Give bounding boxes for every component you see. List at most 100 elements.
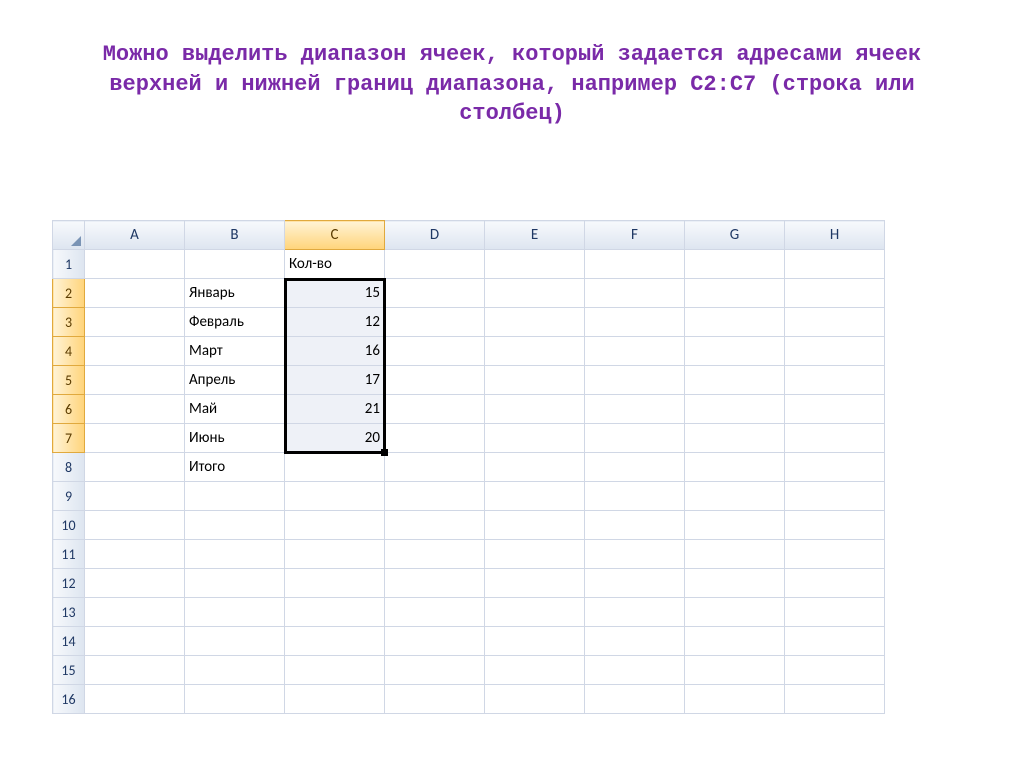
column-header-B[interactable]: B [185, 221, 285, 250]
cell-C12[interactable] [285, 569, 385, 598]
cell-D14[interactable] [385, 627, 485, 656]
row-header-11[interactable]: 11 [53, 540, 85, 569]
cell-B1[interactable] [185, 250, 285, 279]
cell-E14[interactable] [485, 627, 585, 656]
cell-B5[interactable]: Апрель [185, 366, 285, 395]
column-header-F[interactable]: F [585, 221, 685, 250]
cell-B14[interactable] [185, 627, 285, 656]
cell-C10[interactable] [285, 511, 385, 540]
row-header-2[interactable]: 2 [53, 279, 85, 308]
cell-E11[interactable] [485, 540, 585, 569]
cell-C2[interactable]: 15 [285, 279, 385, 308]
cell-A12[interactable] [85, 569, 185, 598]
cell-H9[interactable] [785, 482, 885, 511]
row-header-16[interactable]: 16 [53, 685, 85, 714]
cell-D9[interactable] [385, 482, 485, 511]
row-header-10[interactable]: 10 [53, 511, 85, 540]
cell-E1[interactable] [485, 250, 585, 279]
cell-G14[interactable] [685, 627, 785, 656]
cell-F4[interactable] [585, 337, 685, 366]
cell-H13[interactable] [785, 598, 885, 627]
cell-A10[interactable] [85, 511, 185, 540]
cell-E9[interactable] [485, 482, 585, 511]
cell-G7[interactable] [685, 424, 785, 453]
cell-B3[interactable]: Февраль [185, 308, 285, 337]
cell-B7[interactable]: Июнь [185, 424, 285, 453]
cell-C6[interactable]: 21 [285, 395, 385, 424]
cell-H16[interactable] [785, 685, 885, 714]
cell-D12[interactable] [385, 569, 485, 598]
cell-F1[interactable] [585, 250, 685, 279]
cell-F16[interactable] [585, 685, 685, 714]
cell-A6[interactable] [85, 395, 185, 424]
cell-F9[interactable] [585, 482, 685, 511]
cell-B15[interactable] [185, 656, 285, 685]
cell-A8[interactable] [85, 453, 185, 482]
row-header-14[interactable]: 14 [53, 627, 85, 656]
row-header-13[interactable]: 13 [53, 598, 85, 627]
cell-H12[interactable] [785, 569, 885, 598]
cell-D11[interactable] [385, 540, 485, 569]
cell-H15[interactable] [785, 656, 885, 685]
cell-D4[interactable] [385, 337, 485, 366]
cell-C1[interactable]: Кол-во [285, 250, 385, 279]
cell-A11[interactable] [85, 540, 185, 569]
cell-G16[interactable] [685, 685, 785, 714]
cell-G13[interactable] [685, 598, 785, 627]
cell-G3[interactable] [685, 308, 785, 337]
row-header-12[interactable]: 12 [53, 569, 85, 598]
cell-E10[interactable] [485, 511, 585, 540]
cell-C16[interactable] [285, 685, 385, 714]
cell-D16[interactable] [385, 685, 485, 714]
cell-E7[interactable] [485, 424, 585, 453]
cell-H11[interactable] [785, 540, 885, 569]
cell-B2[interactable]: Январь [185, 279, 285, 308]
row-header-15[interactable]: 15 [53, 656, 85, 685]
cell-A13[interactable] [85, 598, 185, 627]
cell-F3[interactable] [585, 308, 685, 337]
select-all-corner[interactable] [53, 221, 85, 250]
cell-C8[interactable] [285, 453, 385, 482]
cell-E4[interactable] [485, 337, 585, 366]
cell-G4[interactable] [685, 337, 785, 366]
cell-H1[interactable] [785, 250, 885, 279]
cell-F14[interactable] [585, 627, 685, 656]
cell-B16[interactable] [185, 685, 285, 714]
cell-H4[interactable] [785, 337, 885, 366]
cell-B9[interactable] [185, 482, 285, 511]
cell-C14[interactable] [285, 627, 385, 656]
cell-C4[interactable]: 16 [285, 337, 385, 366]
cell-G12[interactable] [685, 569, 785, 598]
cell-D2[interactable] [385, 279, 485, 308]
cell-A5[interactable] [85, 366, 185, 395]
cell-H10[interactable] [785, 511, 885, 540]
cell-G1[interactable] [685, 250, 785, 279]
cell-F15[interactable] [585, 656, 685, 685]
cell-G10[interactable] [685, 511, 785, 540]
cell-F8[interactable] [585, 453, 685, 482]
column-header-E[interactable]: E [485, 221, 585, 250]
cell-A2[interactable] [85, 279, 185, 308]
cell-B11[interactable] [185, 540, 285, 569]
cell-G5[interactable] [685, 366, 785, 395]
cell-F2[interactable] [585, 279, 685, 308]
cell-A16[interactable] [85, 685, 185, 714]
cell-B8[interactable]: Итого [185, 453, 285, 482]
cell-F12[interactable] [585, 569, 685, 598]
row-header-7[interactable]: 7 [53, 424, 85, 453]
cell-F10[interactable] [585, 511, 685, 540]
cell-A3[interactable] [85, 308, 185, 337]
cell-H5[interactable] [785, 366, 885, 395]
column-header-G[interactable]: G [685, 221, 785, 250]
cell-H6[interactable] [785, 395, 885, 424]
cell-H3[interactable] [785, 308, 885, 337]
cell-G8[interactable] [685, 453, 785, 482]
cell-C13[interactable] [285, 598, 385, 627]
cell-H14[interactable] [785, 627, 885, 656]
cell-D7[interactable] [385, 424, 485, 453]
cell-D13[interactable] [385, 598, 485, 627]
cell-A14[interactable] [85, 627, 185, 656]
cell-D8[interactable] [385, 453, 485, 482]
cell-C9[interactable] [285, 482, 385, 511]
cell-D1[interactable] [385, 250, 485, 279]
